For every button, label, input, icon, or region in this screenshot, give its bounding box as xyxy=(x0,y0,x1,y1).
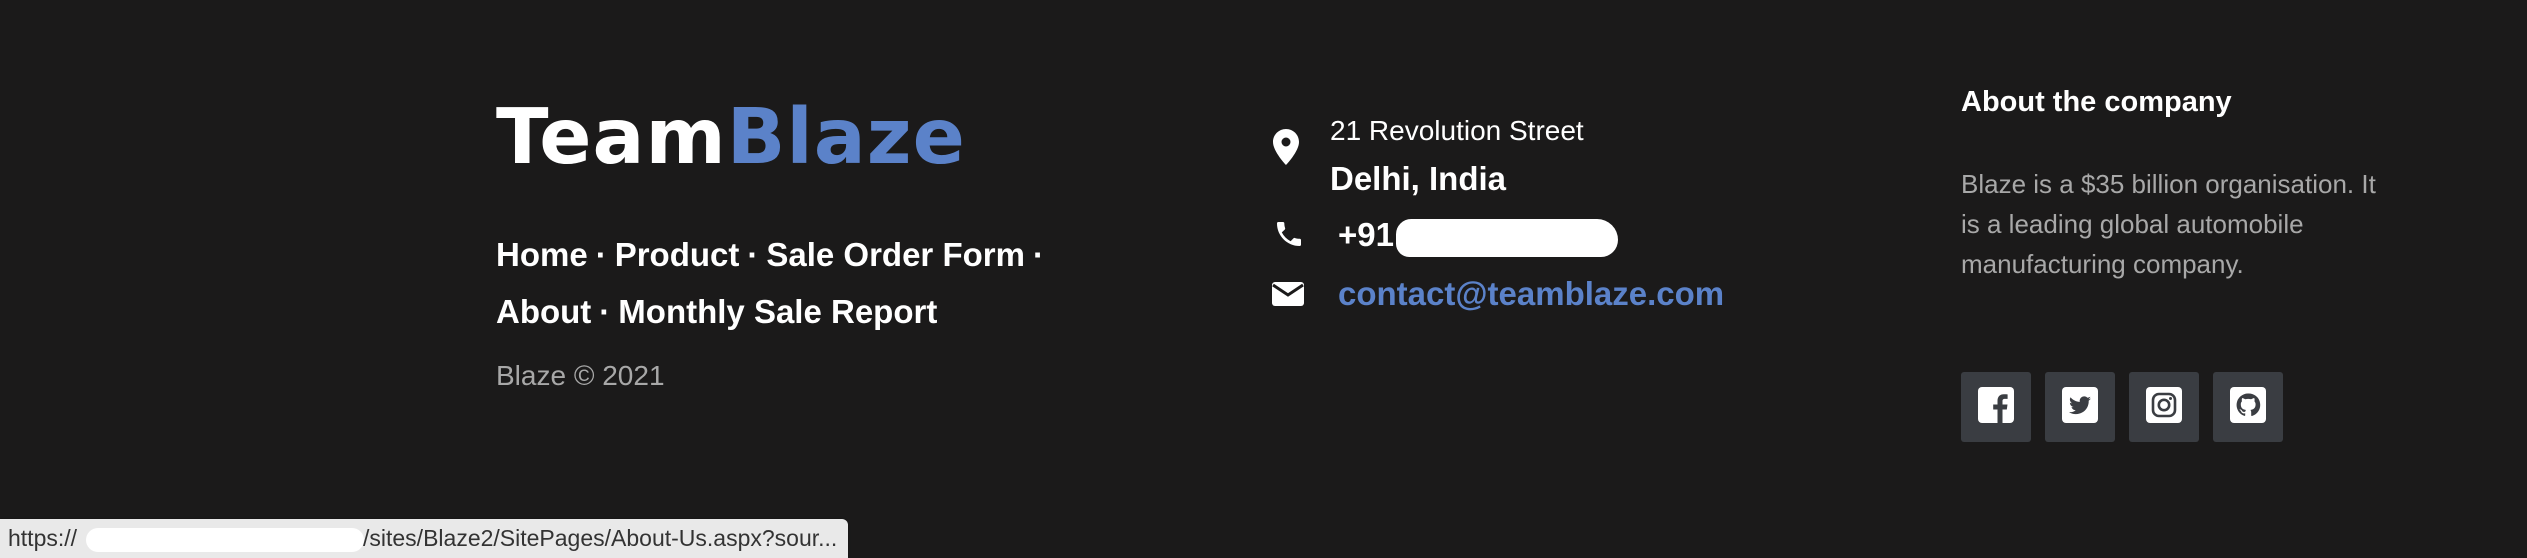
about-heading: About the company xyxy=(1961,86,2232,118)
phone-number: +91 xyxy=(1338,216,1394,253)
footer-nav: Home · Product · Sale Order Form · About · Mont… xyxy=(496,226,1076,340)
address-street: 21 Revolution Street xyxy=(1330,115,1584,146)
status-url-path: /sites/Blaze2/SitePages/About-Us.aspx?so… xyxy=(363,525,838,551)
copyright-text: Blaze © 2021 xyxy=(496,360,665,391)
twitter-button[interactable] xyxy=(2045,372,2115,442)
nav-link-about[interactable]: About xyxy=(496,293,591,330)
social-links xyxy=(1961,372,2283,442)
about-description: Blaze is a $35 billion organisation. It … xyxy=(1961,169,2376,279)
facebook-button[interactable] xyxy=(1961,372,2031,442)
instagram-icon xyxy=(2146,386,2182,428)
phone-icon xyxy=(1272,218,1306,255)
nav-link-monthly-sale-report[interactable]: Monthly Sale Report xyxy=(618,293,937,330)
twitter-icon xyxy=(2062,386,2098,428)
nav-link-sale-order-form[interactable]: Sale Order Form xyxy=(766,236,1025,273)
nav-link-product[interactable]: Product xyxy=(615,236,740,273)
envelope-icon xyxy=(1272,281,1304,312)
github-button[interactable] xyxy=(2213,372,2283,442)
nav-separator: · xyxy=(747,236,759,273)
facebook-icon xyxy=(1978,386,2014,428)
redaction-mark xyxy=(1396,219,1618,257)
contact-email-link[interactable]: contact@teamblaze.com xyxy=(1338,275,1724,313)
nav-separator: · xyxy=(595,236,607,273)
status-url-prefix: https:// xyxy=(8,525,78,551)
logo-blaze-text: Blaze xyxy=(726,93,966,182)
address-city: Delhi, India xyxy=(1330,160,1507,197)
nav-separator: · xyxy=(1032,236,1044,273)
redaction-mark xyxy=(86,528,364,552)
nav-separator: · xyxy=(599,293,611,330)
site-logo[interactable]: TeamBlaze xyxy=(496,92,966,184)
instagram-button[interactable] xyxy=(2129,372,2199,442)
nav-link-home[interactable]: Home xyxy=(496,236,588,273)
github-icon xyxy=(2230,386,2266,428)
browser-status-bar: https:// /sites/Blaze2/SitePages/About-U… xyxy=(0,519,848,558)
map-marker-icon xyxy=(1272,128,1300,171)
logo-team-text: Team xyxy=(496,93,727,182)
